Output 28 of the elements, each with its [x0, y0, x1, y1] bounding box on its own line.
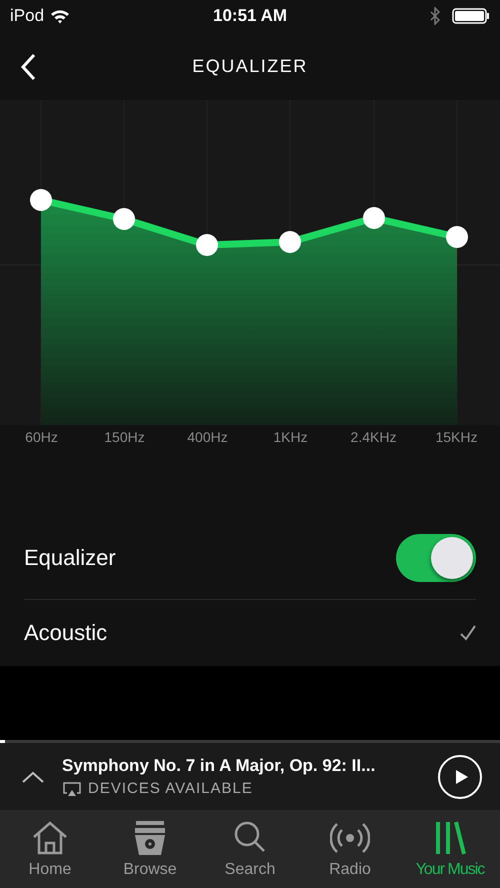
- play-icon: [454, 768, 468, 784]
- carrier-label: iPod: [10, 6, 44, 26]
- tab-bar-item[interactable]: Home: [0, 810, 100, 888]
- wifi-icon: [50, 8, 70, 24]
- track-title: Symphony No. 7 in A Major, Op. 92: II...: [62, 756, 376, 776]
- band-label: 15KHz: [435, 429, 478, 447]
- band-label: 60Hz: [25, 429, 58, 447]
- setting-label: Equalizer: [24, 545, 116, 571]
- airplay-icon: [62, 780, 82, 796]
- tab-bar-item[interactable]: Radio: [300, 810, 400, 888]
- screen-title: EQUALIZER: [192, 56, 308, 76]
- eq-curve-drawing[interactable]: [30, 189, 468, 256]
- battery-icon: [452, 8, 490, 24]
- equalizer-switch[interactable]: [396, 534, 476, 582]
- tab-bar-item[interactable]: Search: [200, 810, 300, 888]
- devices-label[interactable]: DEVICES AVAILABLE: [88, 780, 253, 797]
- band-label: 1KHz: [273, 429, 308, 447]
- chevron-up-icon[interactable]: [22, 770, 44, 782]
- back-icon: [20, 53, 36, 81]
- tab-bar-item[interactable]: Your Music: [400, 810, 500, 888]
- band-label: 400Hz: [187, 429, 228, 447]
- preset-label[interactable]: Acoustic: [24, 620, 108, 646]
- bluetooth-icon: [430, 7, 440, 25]
- band-label: 2.4KHz: [350, 429, 396, 447]
- band-label: 150Hz: [104, 429, 145, 447]
- clock: 10:51 AM: [213, 6, 288, 26]
- tab-bar-item[interactable]: Browse: [100, 810, 200, 888]
- play-button[interactable]: [438, 754, 482, 798]
